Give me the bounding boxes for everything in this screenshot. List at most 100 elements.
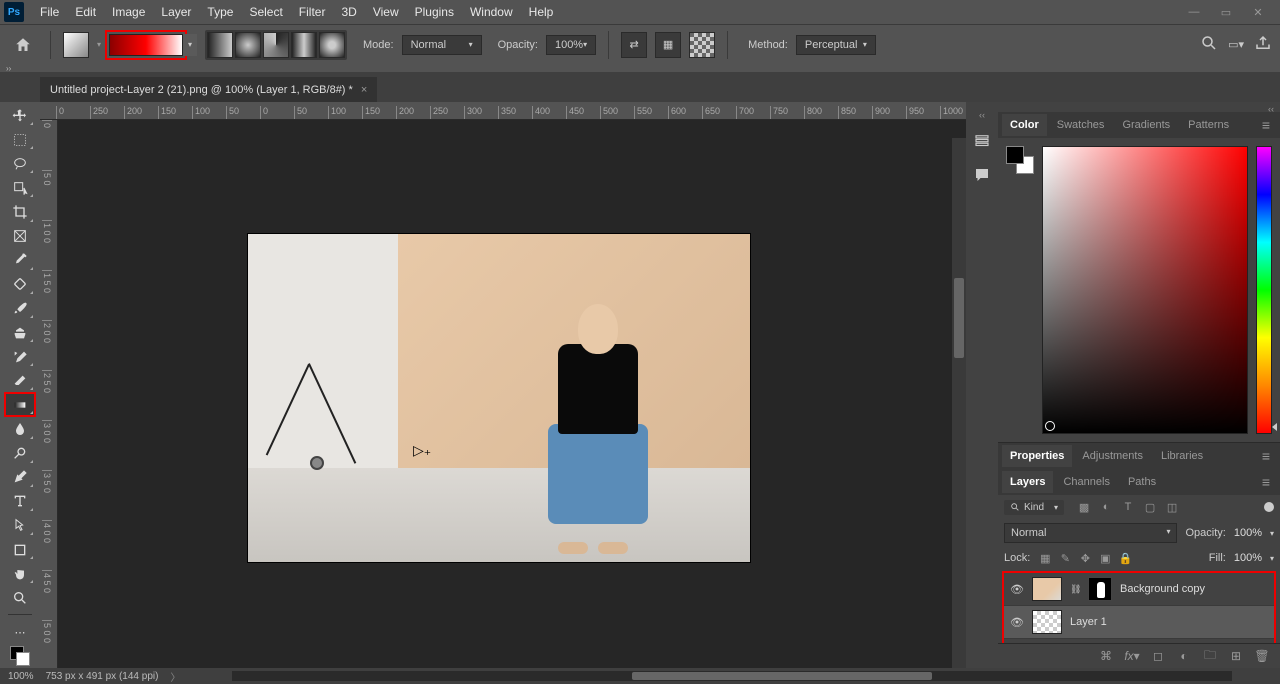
layer-filter-select[interactable]: Kind▾	[1004, 500, 1064, 515]
visibility-toggle[interactable]: 👁	[1010, 616, 1024, 629]
doc-info[interactable]: 753 px x 491 px (144 ppi)	[46, 671, 159, 682]
color-swatch-tool[interactable]	[5, 645, 35, 668]
clone-stamp-tool[interactable]	[5, 321, 35, 344]
color-field[interactable]	[1042, 146, 1248, 434]
crop-tool[interactable]	[5, 200, 35, 223]
menu-view[interactable]: View	[365, 1, 407, 23]
new-layer-icon[interactable]: ⊞	[1228, 648, 1244, 664]
dodge-tool[interactable]	[5, 442, 35, 465]
minimize-button[interactable]: —	[1184, 6, 1204, 19]
properties-panel-menu[interactable]: ≡	[1256, 448, 1276, 464]
tab-swatches[interactable]: Swatches	[1049, 114, 1113, 136]
lasso-tool[interactable]	[5, 152, 35, 175]
gradient-swatch-button[interactable]	[63, 32, 89, 58]
adjustment-layer-icon[interactable]: ◐	[1176, 648, 1192, 664]
link-layers-icon[interactable]: ⌘	[1098, 648, 1114, 664]
layer-name[interactable]: Layer 1	[1070, 616, 1268, 628]
selection-tool[interactable]	[5, 176, 35, 199]
pen-tool[interactable]	[5, 466, 35, 489]
layer-item[interactable]: 👁 Layer 1	[1004, 606, 1274, 639]
layer-item[interactable]: 👁⛓Background copy	[1004, 573, 1274, 606]
move-tool[interactable]	[5, 104, 35, 127]
menu-type[interactable]: Type	[199, 1, 241, 23]
shape-tool[interactable]	[5, 538, 35, 561]
layer-group-icon[interactable]: 🗀	[1202, 648, 1218, 664]
hue-slider[interactable]	[1256, 146, 1272, 434]
opacity-input[interactable]: 100%▾	[546, 35, 596, 55]
delete-layer-icon[interactable]: 🗑	[1254, 648, 1270, 664]
eraser-tool[interactable]	[5, 369, 35, 392]
ruler-horizontal[interactable]: 0250200150100500501001502002503003504004…	[40, 102, 966, 120]
path-selection-tool[interactable]	[5, 514, 35, 537]
menu-help[interactable]: Help	[521, 1, 562, 23]
zoom-level[interactable]: 100%	[8, 671, 34, 682]
filter-pixel-icon[interactable]: ▩	[1076, 499, 1092, 515]
menu-layer[interactable]: Layer	[153, 1, 199, 23]
menu-plugins[interactable]: Plugins	[407, 1, 462, 23]
layer-thumbnail[interactable]	[1032, 610, 1062, 634]
menu-edit[interactable]: Edit	[67, 1, 104, 23]
tab-patterns[interactable]: Patterns	[1180, 114, 1237, 136]
ruler-vertical[interactable]: 05 01 0 01 5 02 0 02 5 03 0 03 5 04 0 04…	[40, 120, 58, 668]
gradient-preset-dropdown[interactable]: ▾	[183, 34, 197, 56]
tab-channels[interactable]: Channels	[1055, 471, 1117, 493]
tab-gradients[interactable]: Gradients	[1114, 114, 1178, 136]
layers-panel-menu[interactable]: ≡	[1256, 474, 1276, 490]
document-tab[interactable]: Untitled project-Layer 2 (21).png @ 100%…	[40, 77, 377, 102]
menu-filter[interactable]: Filter	[291, 1, 334, 23]
tab-close-button[interactable]: ×	[361, 84, 367, 96]
layer-name[interactable]: Background copy	[1120, 583, 1268, 595]
transparency-toggle[interactable]	[689, 32, 715, 58]
frame-tool[interactable]	[5, 225, 35, 248]
lock-transparency-icon[interactable]: ▦	[1038, 551, 1052, 565]
edit-toolbar-button[interactable]: ⋯	[5, 621, 35, 644]
tab-paths[interactable]: Paths	[1120, 471, 1164, 493]
lock-paint-icon[interactable]: ✎	[1058, 551, 1072, 565]
layer-thumbnail[interactable]	[1032, 577, 1062, 601]
layer-opacity-value[interactable]: 100%	[1234, 527, 1262, 539]
angle-gradient-button[interactable]	[263, 32, 289, 58]
eyedropper-tool[interactable]	[5, 249, 35, 272]
menu-image[interactable]: Image	[104, 1, 153, 23]
menu-select[interactable]: Select	[241, 1, 290, 23]
fill-value[interactable]: 100%	[1234, 552, 1262, 564]
gradient-tool[interactable]	[5, 393, 35, 416]
radial-gradient-button[interactable]	[235, 32, 261, 58]
type-tool[interactable]	[5, 490, 35, 513]
layer-mask-thumb[interactable]	[1088, 577, 1112, 601]
toolbar-expand[interactable]: ››	[0, 64, 1280, 72]
hand-tool[interactable]	[5, 562, 35, 585]
doc-info-arrow[interactable]: 〉	[170, 669, 180, 684]
layer-blend-mode-select[interactable]: Normal▾	[1004, 523, 1177, 543]
gradient-editor-button[interactable]	[109, 34, 183, 56]
diamond-gradient-button[interactable]	[319, 32, 345, 58]
filter-shape-icon[interactable]: ▢	[1142, 499, 1158, 515]
share-button[interactable]	[1254, 34, 1272, 55]
blend-mode-select[interactable]: Normal▾	[402, 35, 482, 55]
healing-tool[interactable]	[5, 273, 35, 296]
dock-collapse-button[interactable]: ‹‹	[979, 110, 985, 120]
marquee-tool[interactable]	[5, 128, 35, 151]
menu-window[interactable]: Window	[462, 1, 521, 23]
reflected-gradient-button[interactable]	[291, 32, 317, 58]
filter-type-icon[interactable]: T	[1120, 499, 1136, 515]
lock-position-icon[interactable]: ✥	[1078, 551, 1092, 565]
layer-fx-icon[interactable]: fx▾	[1124, 648, 1140, 664]
zoom-tool[interactable]	[5, 586, 35, 609]
comments-panel-icon[interactable]	[969, 162, 995, 188]
workspace-switcher[interactable]: ▭▾	[1228, 38, 1244, 51]
lock-artboard-icon[interactable]: ▣	[1098, 551, 1112, 565]
filter-toggle[interactable]	[1264, 502, 1274, 512]
home-button[interactable]	[8, 30, 38, 60]
tab-libraries[interactable]: Libraries	[1153, 445, 1211, 467]
brush-tool[interactable]	[5, 297, 35, 320]
history-brush-tool[interactable]	[5, 345, 35, 368]
dither-toggle[interactable]: ▦	[655, 32, 681, 58]
tab-color[interactable]: Color	[1002, 114, 1047, 136]
method-select[interactable]: Perceptual▾	[796, 35, 876, 55]
linear-gradient-button[interactable]	[207, 32, 233, 58]
lock-all-icon[interactable]: 🔒	[1118, 551, 1132, 565]
menu-file[interactable]: File	[32, 1, 67, 23]
color-panel-menu[interactable]: ≡	[1256, 117, 1276, 133]
visibility-toggle[interactable]: 👁	[1010, 583, 1024, 596]
